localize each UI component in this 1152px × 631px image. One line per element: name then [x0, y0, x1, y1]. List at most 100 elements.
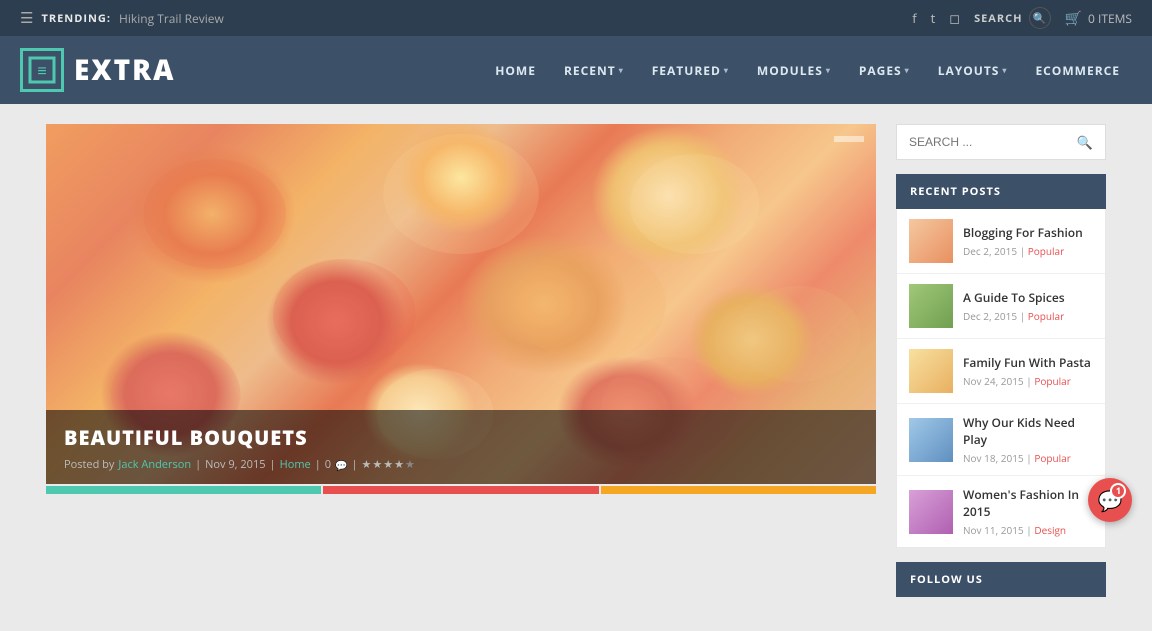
post-title: Family Fun With Pasta — [963, 354, 1093, 371]
facebook-icon[interactable]: f — [912, 9, 916, 27]
hero-title: BEAUTIFUL BOUQUETS — [64, 424, 858, 451]
post-date: Nov 24, 2015 — [963, 374, 1024, 388]
post-thumbnail — [909, 284, 953, 328]
separator4: | — [351, 457, 357, 472]
hero-author[interactable]: Jack Anderson — [118, 457, 191, 472]
logo-icon: ≡ — [20, 48, 64, 92]
hero-category[interactable]: Home — [280, 457, 311, 472]
post-info: Why Our Kids Need Play Nov 18, 2015 | Po… — [963, 414, 1093, 465]
post-info: A Guide To Spices Dec 2, 2015 | Popular — [963, 289, 1093, 323]
cart-icon: 🛒 — [1065, 9, 1082, 28]
post-tag: Popular — [1028, 309, 1064, 323]
post-title: Why Our Kids Need Play — [963, 414, 1093, 448]
logo-text: EXTRA — [74, 51, 175, 89]
bottom-strip — [46, 486, 876, 494]
post-thumbnail — [909, 349, 953, 393]
cart-area[interactable]: 🛒 0 ITEMS — [1065, 9, 1132, 28]
twitter-icon[interactable]: t — [931, 9, 936, 27]
post-thumbnail — [909, 219, 953, 263]
post-thumbnail — [909, 418, 953, 462]
chevron-down-icon: ▾ — [724, 65, 729, 76]
hero-overlay: BEAUTIFUL BOUQUETS Posted by Jack Anders… — [46, 410, 876, 484]
star-2: ★ — [372, 457, 382, 472]
sidebar-search-box[interactable]: 🔍 — [896, 124, 1106, 160]
hamburger-icon[interactable]: ☰ — [20, 8, 33, 28]
post-meta: Nov 24, 2015 | Popular — [963, 374, 1093, 388]
hero-article: BEAUTIFUL BOUQUETS Posted by Jack Anders… — [46, 124, 876, 484]
post-meta: Dec 2, 2015 | Popular — [963, 244, 1093, 258]
top-bar-left: ☰ TRENDING: Hiking Trail Review — [20, 8, 224, 28]
nav-home[interactable]: HOME — [483, 54, 548, 87]
search-icon-button[interactable]: 🔍 — [1029, 7, 1051, 29]
chevron-down-icon: ▾ — [905, 65, 910, 76]
hero-meta: Posted by Jack Anderson | Nov 9, 2015 | … — [64, 457, 858, 472]
sidebar-search-input[interactable] — [909, 135, 1077, 149]
chat-badge: 1 — [1110, 483, 1126, 499]
nav-featured[interactable]: FEATURED ▾ — [640, 54, 741, 87]
strip-blue — [46, 486, 321, 494]
nav-recent[interactable]: RECENT ▾ — [552, 54, 636, 87]
nav-ecommerce[interactable]: ECOMMERCE — [1023, 54, 1132, 87]
nav-layouts[interactable]: LAYOUTS ▾ — [926, 54, 1020, 87]
trending-label: TRENDING: — [41, 11, 111, 26]
instagram-icon[interactable]: ◻ — [949, 9, 960, 27]
top-bar: ☰ TRENDING: Hiking Trail Review f t ◻ SE… — [0, 0, 1152, 36]
list-item[interactable]: Blogging For Fashion Dec 2, 2015 | Popul… — [897, 209, 1105, 274]
chevron-down-icon: ▾ — [619, 65, 624, 76]
post-info: Women's Fashion In 2015 Nov 11, 2015 | D… — [963, 486, 1093, 537]
slider-indicator — [834, 136, 864, 142]
sidebar-search-icon: 🔍 — [1077, 133, 1093, 151]
sidebar-follow-us: FOLLOW US — [896, 562, 1106, 597]
recent-posts-header: RECENT POSTS — [896, 174, 1106, 209]
strip-red — [323, 486, 598, 494]
hero-date: Nov 9, 2015 — [205, 457, 265, 472]
chat-bubble[interactable]: 💬 1 — [1088, 478, 1132, 522]
star-5: ★ — [405, 457, 415, 472]
separator1: | — [195, 457, 201, 472]
post-date: Nov 18, 2015 — [963, 451, 1024, 465]
recent-posts-list: Blogging For Fashion Dec 2, 2015 | Popul… — [896, 209, 1106, 548]
sidebar: 🔍 RECENT POSTS Blogging For Fashion Dec … — [896, 124, 1106, 611]
chevron-down-icon: ▾ — [1002, 65, 1007, 76]
post-date: Dec 2, 2015 — [963, 309, 1017, 323]
post-info: Blogging For Fashion Dec 2, 2015 | Popul… — [963, 224, 1093, 258]
trending-text[interactable]: Hiking Trail Review — [119, 10, 224, 27]
strip-orange — [601, 486, 876, 494]
post-tag: Popular — [1034, 374, 1070, 388]
star-3: ★ — [383, 457, 393, 472]
post-meta: Dec 2, 2015 | Popular — [963, 309, 1093, 323]
chevron-down-icon: ▾ — [826, 65, 831, 76]
list-item[interactable]: A Guide To Spices Dec 2, 2015 | Popular — [897, 274, 1105, 339]
post-title: Women's Fashion In 2015 — [963, 486, 1093, 520]
main-wrapper: BEAUTIFUL BOUQUETS Posted by Jack Anders… — [36, 124, 1116, 611]
star-4: ★ — [394, 457, 404, 472]
content-left: BEAUTIFUL BOUQUETS Posted by Jack Anders… — [46, 124, 876, 611]
post-thumbnail — [909, 490, 953, 534]
list-item[interactable]: Family Fun With Pasta Nov 24, 2015 | Pop… — [897, 339, 1105, 404]
main-nav: HOME RECENT ▾ FEATURED ▾ MODULES ▾ PAGES… — [483, 54, 1132, 87]
search-area: SEARCH 🔍 — [974, 7, 1051, 29]
separator2: | — [270, 457, 276, 472]
comment-icon: 💬 — [335, 458, 347, 472]
cart-label: 0 ITEMS — [1088, 10, 1132, 27]
chat-bubble-inner: 💬 1 — [1098, 487, 1123, 514]
follow-us-header: FOLLOW US — [896, 562, 1106, 597]
header: ≡ EXTRA HOME RECENT ▾ FEATURED ▾ MODULES… — [0, 36, 1152, 104]
post-tag: Popular — [1034, 451, 1070, 465]
sidebar-recent-posts: RECENT POSTS Blogging For Fashion Dec 2,… — [896, 174, 1106, 548]
post-tag: Popular — [1028, 244, 1064, 258]
posted-by-label: Posted by — [64, 457, 114, 472]
nav-modules[interactable]: MODULES ▾ — [745, 54, 843, 87]
list-item[interactable]: Why Our Kids Need Play Nov 18, 2015 | Po… — [897, 404, 1105, 476]
post-meta: Nov 11, 2015 | Design — [963, 523, 1093, 537]
separator3: | — [315, 457, 321, 472]
nav-pages[interactable]: PAGES ▾ — [847, 54, 922, 87]
star-1: ★ — [362, 457, 372, 472]
logo[interactable]: ≡ EXTRA — [20, 48, 175, 92]
post-info: Family Fun With Pasta Nov 24, 2015 | Pop… — [963, 354, 1093, 388]
list-item[interactable]: Women's Fashion In 2015 Nov 11, 2015 | D… — [897, 476, 1105, 547]
search-label: SEARCH — [974, 11, 1023, 26]
top-bar-right: f t ◻ SEARCH 🔍 🛒 0 ITEMS — [912, 7, 1132, 29]
hero-rating: ★ ★ ★ ★ ★ — [362, 457, 415, 472]
svg-text:≡: ≡ — [37, 59, 46, 81]
